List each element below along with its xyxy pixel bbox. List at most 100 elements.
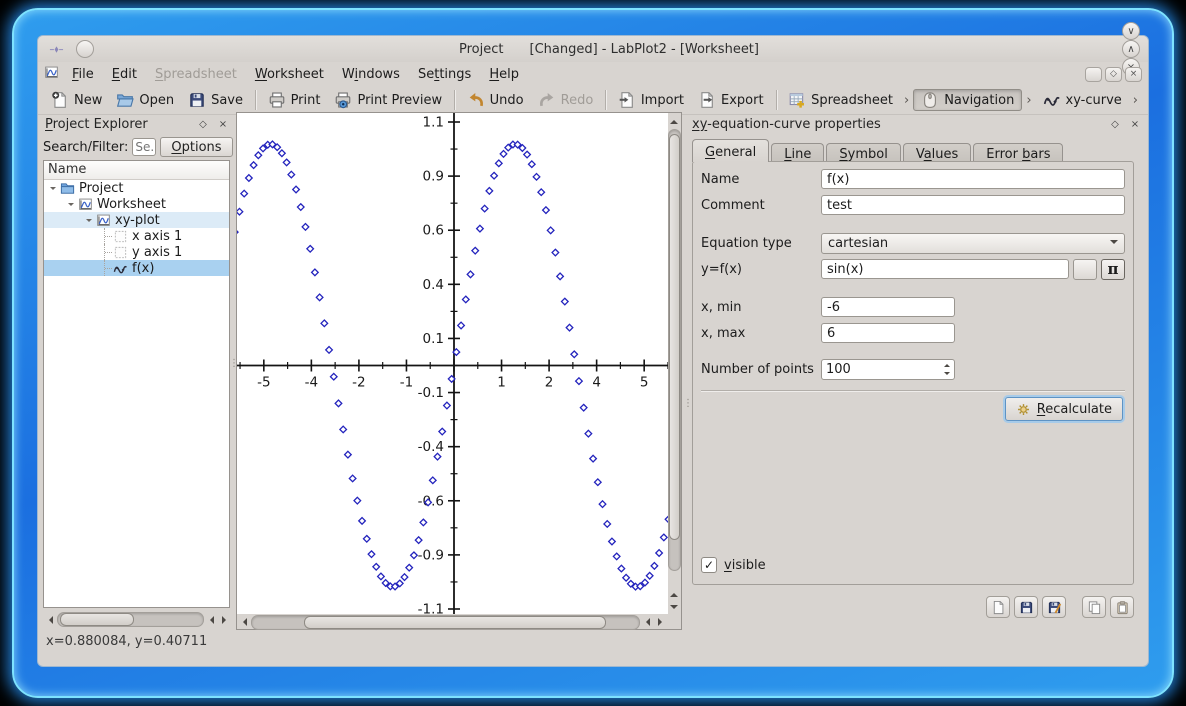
options-button[interactable]: Options bbox=[160, 137, 232, 157]
spreadsheet-button[interactable]: Spreadsheet bbox=[781, 89, 900, 111]
scroll-up-icon[interactable] bbox=[667, 114, 681, 128]
tab-values[interactable]: Values bbox=[903, 143, 971, 162]
dock-float-icon[interactable]: ◇ bbox=[1108, 117, 1122, 131]
xy-plot-canvas[interactable]: -5-4-2-112451.10.90.60.40.1-0.1-0.4-0.6-… bbox=[237, 113, 668, 614]
scroll-down-icon[interactable] bbox=[667, 601, 681, 615]
tab-symbol[interactable]: Symbol bbox=[826, 143, 900, 162]
open-button[interactable]: Open bbox=[109, 89, 181, 111]
tree-item-x-axis-1[interactable]: x axis 1 bbox=[44, 228, 229, 244]
chart-icon bbox=[96, 213, 111, 228]
tab-error-bars[interactable]: Error bars bbox=[973, 143, 1063, 162]
save-edit-button[interactable] bbox=[1042, 596, 1066, 618]
expander-icon[interactable] bbox=[68, 203, 74, 209]
paste-button[interactable] bbox=[1110, 596, 1134, 618]
tree-item-y-axis-1[interactable]: y axis 1 bbox=[44, 244, 229, 260]
points-spinbox[interactable]: 100 bbox=[821, 359, 955, 380]
name-field[interactable] bbox=[821, 169, 1125, 189]
equation-field[interactable] bbox=[821, 259, 1069, 279]
tree-item-xy-plot[interactable]: xy-plot bbox=[44, 212, 229, 228]
name-label: Name bbox=[701, 172, 821, 187]
visible-label: visible bbox=[724, 558, 766, 573]
scroll-left-icon[interactable] bbox=[640, 615, 654, 629]
scroll-right-icon[interactable] bbox=[654, 615, 668, 629]
new-button[interactable]: New bbox=[44, 89, 109, 111]
toolbar-extension-icon[interactable]: › bbox=[1026, 93, 1031, 108]
chevron-up-icon[interactable]: ∧ bbox=[1122, 40, 1140, 58]
scrollbar-track[interactable] bbox=[251, 615, 640, 630]
floppy-icon bbox=[1019, 600, 1034, 615]
copy-button[interactable] bbox=[1082, 596, 1106, 618]
redo-button[interactable]: Redo bbox=[531, 89, 601, 111]
tab-line[interactable]: Line bbox=[771, 143, 824, 162]
floppy-button[interactable] bbox=[1014, 596, 1038, 618]
toolbar-extension-icon[interactable]: › bbox=[904, 93, 909, 108]
expander-icon[interactable] bbox=[50, 187, 56, 193]
spin-up-icon[interactable] bbox=[944, 361, 950, 367]
menu-help[interactable]: Help bbox=[480, 65, 528, 84]
plasma-spark-icon[interactable] bbox=[46, 41, 66, 57]
xmax-field[interactable] bbox=[821, 323, 955, 343]
tree-branch-line bbox=[105, 236, 112, 237]
svg-text:-0.9: -0.9 bbox=[418, 547, 444, 563]
toolbar-button-label: New bbox=[74, 93, 102, 108]
save-button[interactable]: Save bbox=[181, 89, 250, 111]
toolbar-extension-icon[interactable]: › bbox=[1133, 93, 1138, 108]
toolbar-separator bbox=[776, 90, 777, 110]
expander-icon[interactable] bbox=[86, 219, 92, 225]
pi-button[interactable]: π bbox=[1101, 259, 1125, 280]
titlebar[interactable]: Project [Changed] - LabPlot2 - [Workshee… bbox=[38, 36, 1148, 62]
titlebar-menu-button[interactable] bbox=[76, 40, 94, 58]
scroll-left-icon[interactable] bbox=[43, 613, 57, 627]
scroll-up-icon[interactable] bbox=[667, 587, 681, 601]
dock-close-icon[interactable]: × bbox=[1128, 117, 1142, 131]
import-button[interactable]: Import bbox=[611, 89, 691, 111]
mdi-close-icon[interactable]: × bbox=[1125, 67, 1142, 82]
chevron-down-icon[interactable]: ∨ bbox=[1122, 22, 1140, 40]
svg-text:-2: -2 bbox=[352, 375, 365, 391]
scroll-left-icon[interactable] bbox=[237, 615, 251, 629]
constants-button[interactable] bbox=[1073, 259, 1097, 280]
spreadsheet-plus-icon bbox=[788, 91, 806, 109]
worksheet-vscrollbar bbox=[668, 113, 681, 629]
recalculate-button[interactable]: Recalculate bbox=[1005, 397, 1123, 421]
tree-item-project[interactable]: Project bbox=[44, 180, 229, 196]
equation-type-select[interactable]: cartesian bbox=[821, 233, 1125, 254]
scrollbar-handle[interactable] bbox=[304, 616, 606, 629]
comment-field[interactable] bbox=[821, 195, 1125, 215]
curve-icon bbox=[113, 261, 128, 276]
undo-button[interactable]: Undo bbox=[460, 89, 531, 111]
scrollbar-track[interactable] bbox=[57, 612, 204, 627]
menu-settings[interactable]: Settings bbox=[409, 65, 480, 84]
menu-edit[interactable]: Edit bbox=[103, 65, 146, 84]
export-icon bbox=[698, 91, 716, 109]
mdi-blank-icon[interactable] bbox=[1085, 67, 1102, 82]
scrollbar-handle[interactable] bbox=[60, 613, 134, 626]
print-preview-button[interactable]: Print Preview bbox=[327, 89, 449, 111]
tree-item-worksheet[interactable]: Worksheet bbox=[44, 196, 229, 212]
svg-text:-1.1: -1.1 bbox=[418, 601, 444, 614]
tab-general[interactable]: General bbox=[692, 139, 769, 162]
export-button[interactable]: Export bbox=[691, 89, 771, 111]
dock-float-icon[interactable]: ◇ bbox=[196, 117, 210, 131]
scroll-right-icon[interactable] bbox=[218, 613, 232, 627]
navigation-button[interactable]: Navigation bbox=[913, 89, 1022, 111]
menu-spreadsheet[interactable]: Spreadsheet bbox=[146, 65, 246, 84]
menu-worksheet[interactable]: Worksheet bbox=[246, 65, 333, 84]
mdi-diamond-icon[interactable]: ◇ bbox=[1105, 67, 1122, 82]
toolbar-button-label: Export bbox=[721, 93, 764, 108]
dock-close-icon[interactable]: × bbox=[216, 117, 230, 131]
print-button[interactable]: Print bbox=[261, 89, 328, 111]
toolbar-button-label: Navigation bbox=[944, 93, 1014, 108]
menu-file[interactable]: File bbox=[63, 65, 103, 84]
spin-down-icon[interactable] bbox=[944, 372, 950, 378]
scroll-left-icon[interactable] bbox=[204, 613, 218, 627]
xy-curve-button[interactable]: xy-curve bbox=[1036, 89, 1129, 111]
page-button[interactable] bbox=[986, 596, 1010, 618]
search-input[interactable] bbox=[132, 138, 156, 156]
visible-checkbox[interactable]: ✓ bbox=[701, 557, 717, 573]
xmin-field[interactable] bbox=[821, 297, 955, 317]
menu-windows[interactable]: Windows bbox=[333, 65, 409, 84]
svg-text:-5: -5 bbox=[257, 375, 270, 391]
tree-item-f-x-[interactable]: f(x) bbox=[44, 260, 229, 276]
scrollbar-handle[interactable] bbox=[669, 134, 680, 540]
